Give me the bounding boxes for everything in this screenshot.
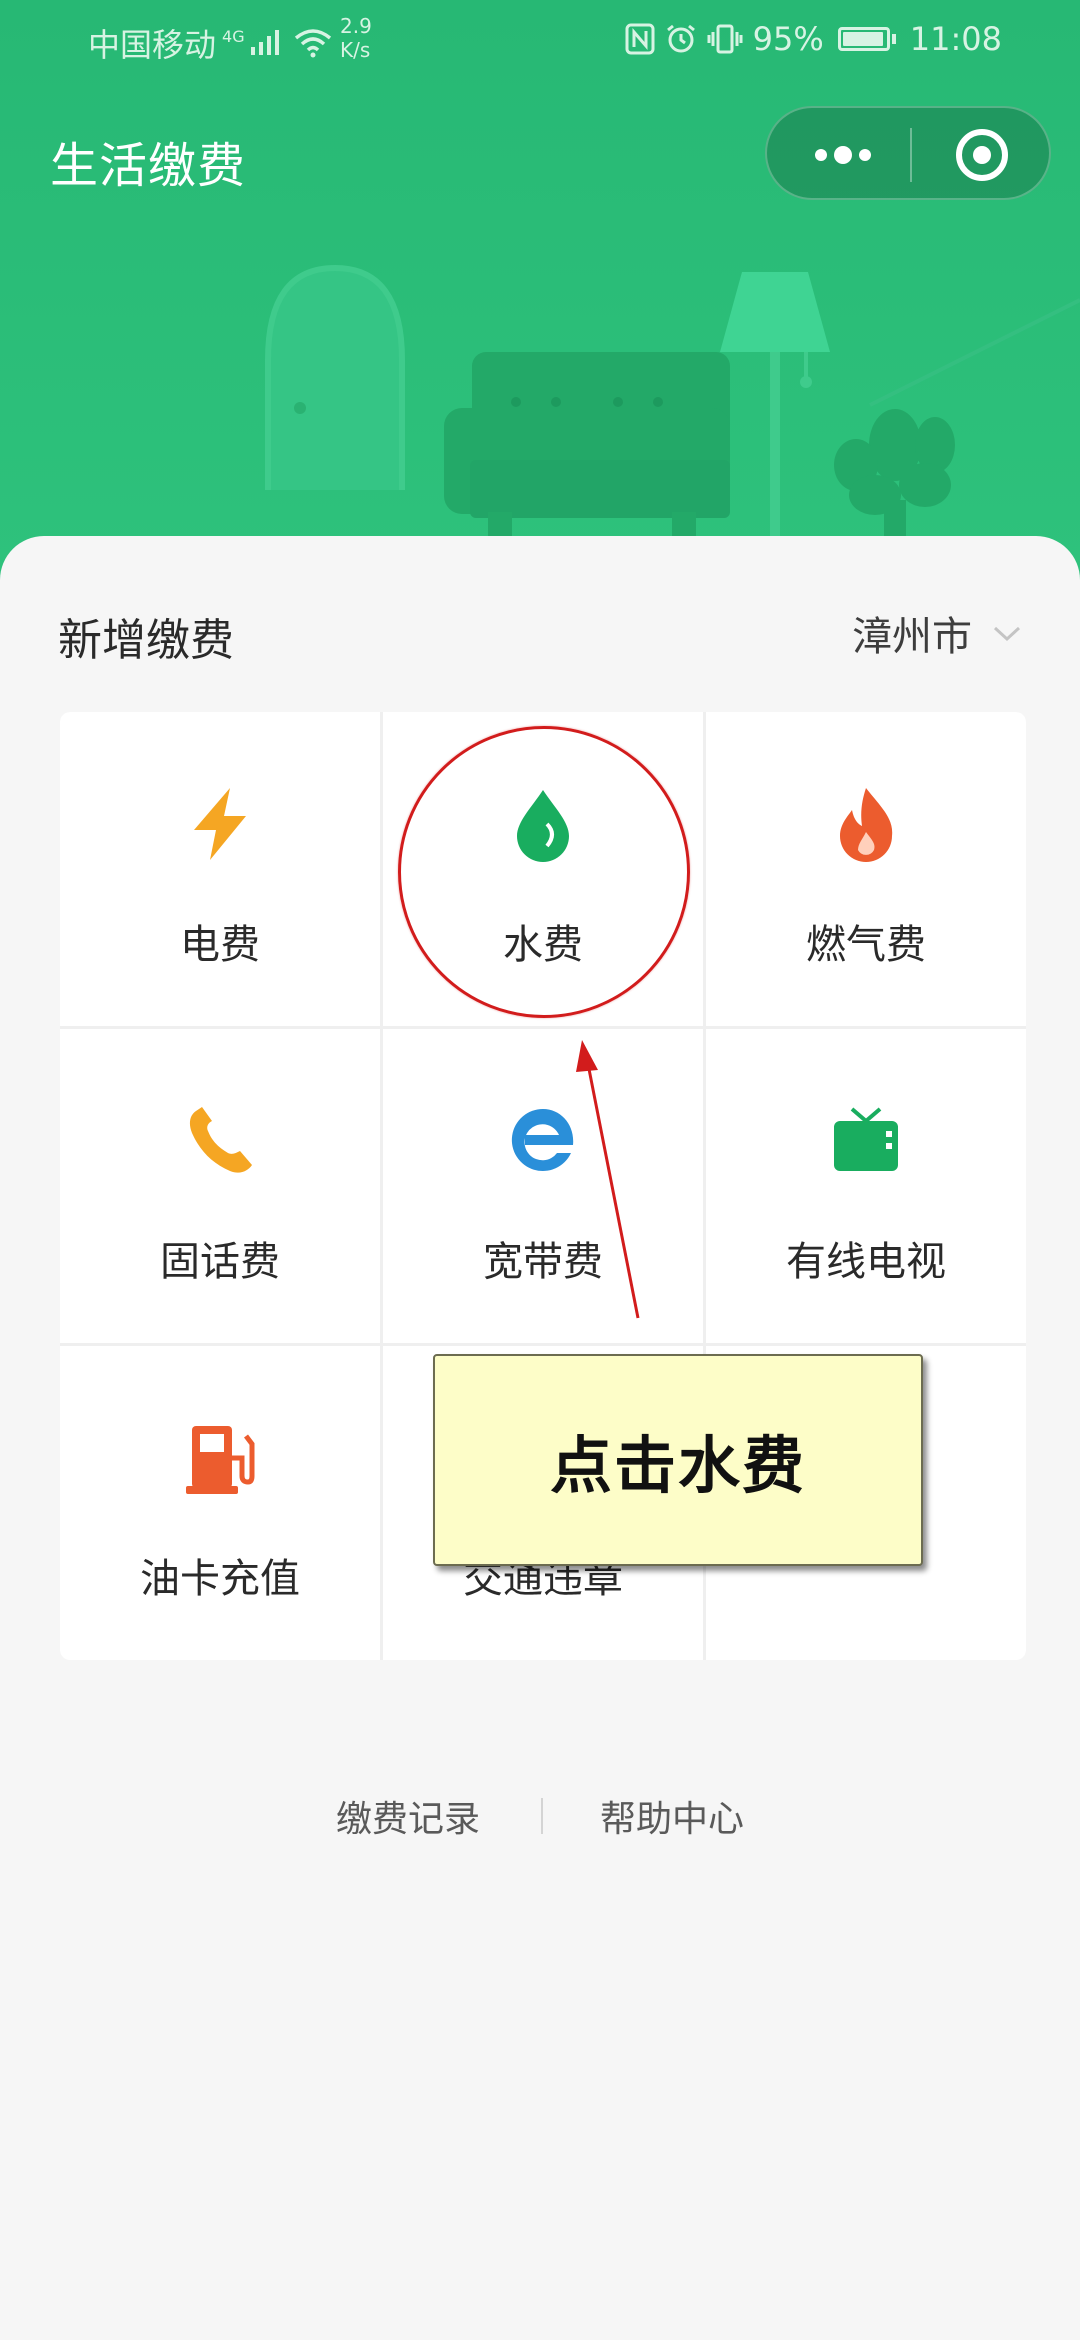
tv-icon <box>834 1107 898 1171</box>
footer-links: 缴费记录 帮助中心 <box>0 1790 1080 1850</box>
speed-value: 2.9 <box>340 14 372 38</box>
service-label: 油卡充值 <box>140 1556 300 1602</box>
service-gas[interactable]: 燃气费 <box>706 712 1026 1026</box>
alarm-icon <box>666 24 695 53</box>
signal-icon <box>250 30 279 55</box>
city-label: 漳州市 <box>852 614 972 660</box>
header-banner: 中国移动 4G 2.9 K/s 95% 11:08 生活缴费 <box>0 0 1080 580</box>
city-selector[interactable]: 漳州市 <box>852 604 1022 662</box>
lightning-icon <box>194 788 246 860</box>
link-divider <box>541 1798 543 1834</box>
target-close-icon[interactable] <box>927 126 1037 184</box>
status-right: 95% 11:08 <box>615 20 1002 58</box>
speed-unit: K/s <box>340 38 371 62</box>
service-electricity[interactable]: 电费 <box>60 712 380 1026</box>
capsule-divider <box>910 128 912 182</box>
network-speed: 2.9 K/s <box>340 14 372 62</box>
clock-time: 11:08 <box>909 20 1002 58</box>
more-dots-icon[interactable] <box>793 130 893 180</box>
battery-tip <box>891 34 896 44</box>
instruction-callout: 点击水费 <box>433 1354 923 1566</box>
annotation-arrow <box>576 1040 640 1319</box>
phone-icon <box>189 1107 252 1173</box>
service-landline[interactable]: 固话费 <box>60 1029 380 1343</box>
service-label: 有线电视 <box>786 1239 946 1285</box>
payment-records-link[interactable]: 缴费记录 <box>336 1790 480 1842</box>
page-title: 生活缴费 <box>50 138 247 194</box>
fuel-pump-icon <box>186 1426 255 1494</box>
status-left: 中国移动 4G <box>88 20 333 66</box>
service-label: 固话费 <box>160 1239 280 1285</box>
mini-program-capsule <box>765 106 1051 200</box>
battery-percent: 95% <box>752 20 824 58</box>
service-label: 电费 <box>180 922 260 968</box>
carrier-label: 中国移动 <box>88 26 217 64</box>
service-label: 燃气费 <box>806 922 926 968</box>
flame-icon <box>840 788 893 862</box>
status-bar: 中国移动 4G 2.9 K/s 95% 11:08 <box>0 0 1080 80</box>
service-cable-tv[interactable]: 有线电视 <box>706 1029 1026 1343</box>
wifi-icon <box>294 29 331 58</box>
network-tag: 4G <box>222 26 245 46</box>
living-room-illustration <box>265 264 1080 542</box>
chevron-down-icon <box>993 626 1021 642</box>
help-center-link[interactable]: 帮助中心 <box>600 1790 744 1842</box>
nfc-icon <box>625 23 655 55</box>
section-title: 新增缴费 <box>58 615 234 666</box>
vibrate-icon <box>707 24 743 54</box>
battery-icon <box>837 27 890 51</box>
highlight-circle <box>398 726 690 1018</box>
callout-text: 点击水费 <box>549 1429 806 1502</box>
service-fuel-card[interactable]: 油卡充值 <box>60 1346 380 1660</box>
